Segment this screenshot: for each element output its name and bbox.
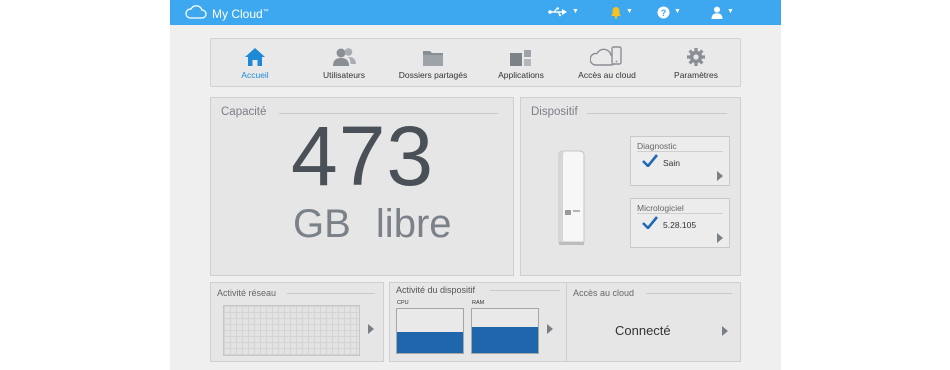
main-nav: Accueil Utilisateurs Dossiers partagés A…	[210, 38, 741, 87]
usb-menu[interactable]: ▼	[548, 4, 579, 20]
nav-item-label: Applications	[498, 70, 544, 80]
divider	[587, 113, 727, 114]
trademark-mark: ™	[262, 9, 269, 15]
nav-item-label: Accueil	[241, 70, 269, 80]
bell-icon	[611, 6, 621, 19]
chevron-right-icon	[368, 324, 374, 334]
brand-name: My Cloud	[212, 7, 263, 21]
cloud-access-title: Accès au cloud	[573, 288, 635, 298]
free-space-unit: GB libre	[293, 202, 452, 246]
firmware-title: Micrologiciel	[637, 203, 684, 213]
nav-item-label: Paramètres	[674, 70, 718, 80]
device-activity-title: Activité du dispositif	[396, 285, 476, 295]
chevron-down-icon: ▼	[572, 8, 579, 15]
device-panel: Dispositif Diagnostic Sain Micrologiciel	[520, 97, 741, 276]
checkmark-icon	[642, 216, 658, 229]
network-activity-title: Activité réseau	[217, 288, 277, 298]
folder-icon	[423, 51, 443, 66]
diagnostic-title: Diagnostic	[637, 141, 677, 151]
nav-item-label: Accès au cloud	[578, 70, 636, 80]
unit-label: GB	[293, 202, 351, 246]
nav-item-parametres[interactable]: Paramètres	[664, 43, 728, 83]
chevron-right-icon	[717, 233, 723, 243]
nav-item-dossiers-partages[interactable]: Dossiers partagés	[394, 43, 472, 83]
free-label: libre	[375, 202, 452, 246]
gear-icon	[687, 48, 705, 66]
nav-item-label: Dossiers partagés	[398, 70, 468, 80]
chevron-down-icon: ▼	[626, 8, 633, 15]
capacity-title: Capacité	[221, 106, 267, 118]
cpu-label: CPU	[397, 300, 409, 306]
cpu-usage-fill	[397, 331, 463, 353]
nav-item-applications[interactable]: Applications	[490, 43, 552, 83]
users-icon	[333, 48, 356, 66]
nav-item-acces-au-cloud[interactable]: Accès au cloud	[570, 43, 644, 83]
chevron-down-icon: ▼	[727, 8, 734, 15]
cloud-access-panel[interactable]: Accès au cloud Connecté	[566, 282, 741, 362]
divider	[637, 213, 723, 214]
divider	[490, 290, 560, 291]
ram-label: RAM	[472, 300, 485, 306]
chevron-right-icon	[722, 326, 728, 336]
usb-icon	[548, 7, 567, 17]
divider	[637, 151, 723, 152]
firmware-card[interactable]: Micrologiciel 5.28.105	[630, 198, 730, 248]
ram-meter	[471, 308, 539, 354]
checkmark-icon	[642, 154, 658, 167]
cloud-status: Connecté	[615, 323, 671, 338]
chevron-down-icon: ▼	[674, 8, 681, 15]
nav-item-utilisateurs[interactable]: Utilisateurs	[312, 43, 376, 83]
divider	[646, 293, 732, 294]
network-activity-panel[interactable]: Activité réseau	[210, 282, 384, 362]
divider	[287, 293, 375, 294]
cpu-meter	[396, 308, 464, 354]
firmware-version: 5.28.105	[663, 220, 697, 230]
brand-logo[interactable]: My Cloud™	[185, 4, 269, 22]
app-window: My Cloud™ ▼ ▼ ? ▼ ▼ Accueil Utilisateurs…	[170, 0, 781, 370]
user-icon	[711, 6, 723, 19]
device-title: Dispositif	[531, 106, 578, 118]
user-menu[interactable]: ▼	[711, 4, 734, 20]
notifications-menu[interactable]: ▼	[610, 4, 633, 20]
capacity-panel[interactable]: Capacité 473 GB libre	[210, 97, 514, 276]
help-menu[interactable]: ? ▼	[657, 4, 681, 20]
chevron-right-icon	[547, 324, 553, 334]
diagnostic-status: Sain	[663, 158, 681, 168]
apps-icon	[510, 50, 531, 66]
top-bar: My Cloud™ ▼ ▼ ? ▼ ▼	[170, 0, 781, 25]
nas-device-image	[558, 150, 585, 245]
chevron-right-icon	[717, 171, 723, 181]
ram-usage-fill	[472, 326, 538, 353]
nav-item-label: Utilisateurs	[322, 70, 366, 80]
network-activity-graph	[223, 305, 360, 356]
home-icon	[245, 48, 265, 66]
free-space-value: 473	[291, 109, 435, 203]
cloud-logo-icon	[185, 5, 207, 19]
svg-text:?: ?	[661, 8, 667, 18]
nav-item-accueil[interactable]: Accueil	[225, 43, 285, 83]
cloud-devices-icon	[590, 46, 622, 66]
help-icon: ?	[657, 6, 670, 18]
diagnostic-card[interactable]: Diagnostic Sain	[630, 136, 730, 186]
